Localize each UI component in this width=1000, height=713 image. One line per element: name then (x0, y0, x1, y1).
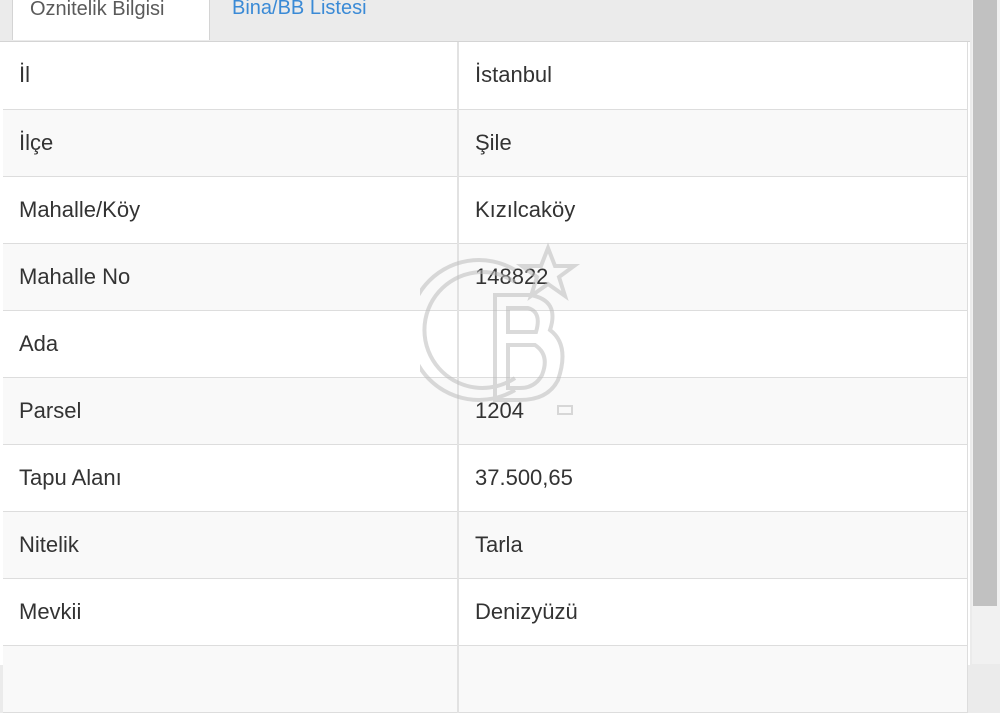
attribute-value: Şile (458, 108, 968, 177)
tab-attribute-info[interactable]: Öznitelik Bilgisi (12, 0, 210, 40)
table-row: Nitelik Tarla (3, 510, 968, 579)
table-row: Tapu Alanı 37.500,65 (3, 443, 968, 512)
attribute-panel: İl İstanbul İlçe Şile Mahalle/Köy Kızılc… (0, 41, 970, 713)
attribute-value (458, 644, 968, 713)
attribute-label: Mahalle/Köy (3, 175, 459, 244)
attribute-value: Denizyüzü (458, 577, 968, 646)
attribute-value: 1204 (458, 376, 968, 445)
attribute-value (458, 309, 968, 378)
tab-building-list[interactable]: Bina/BB Listesi (232, 0, 367, 40)
attribute-label: Parsel (3, 376, 459, 445)
attribute-label (3, 644, 459, 713)
tab-bar: Öznitelik Bilgisi Bina/BB Listesi (0, 0, 972, 42)
scrollbar-thumb[interactable] (973, 0, 997, 606)
attribute-value: Tarla (458, 510, 968, 579)
attribute-label: Ada (3, 309, 459, 378)
attribute-label: Nitelik (3, 510, 459, 579)
attribute-label: Mahalle No (3, 242, 459, 311)
attribute-label: Tapu Alanı (3, 443, 459, 512)
attribute-label: İlçe (3, 108, 459, 177)
table-row: Parsel 1204 (3, 376, 968, 445)
table-row: Mahalle/Köy Kızılcaköy (3, 175, 968, 244)
table-row: İl İstanbul (3, 42, 968, 110)
attribute-label: Mevkii (3, 577, 459, 646)
table-row (3, 644, 968, 713)
table-row: İlçe Şile (3, 108, 968, 177)
attribute-table: İl İstanbul İlçe Şile Mahalle/Köy Kızılc… (3, 42, 968, 713)
attribute-label: İl (3, 42, 459, 110)
table-row: Mevkii Denizyüzü (3, 577, 968, 646)
vertical-scrollbar[interactable] (972, 0, 1000, 664)
attribute-value: Kızılcaköy (458, 175, 968, 244)
table-row: Mahalle No 148822 (3, 242, 968, 311)
table-row: Ada (3, 309, 968, 378)
attribute-value: 148822 (458, 242, 968, 311)
attribute-value: 37.500,65 (458, 443, 968, 512)
attribute-value: İstanbul (458, 42, 968, 110)
